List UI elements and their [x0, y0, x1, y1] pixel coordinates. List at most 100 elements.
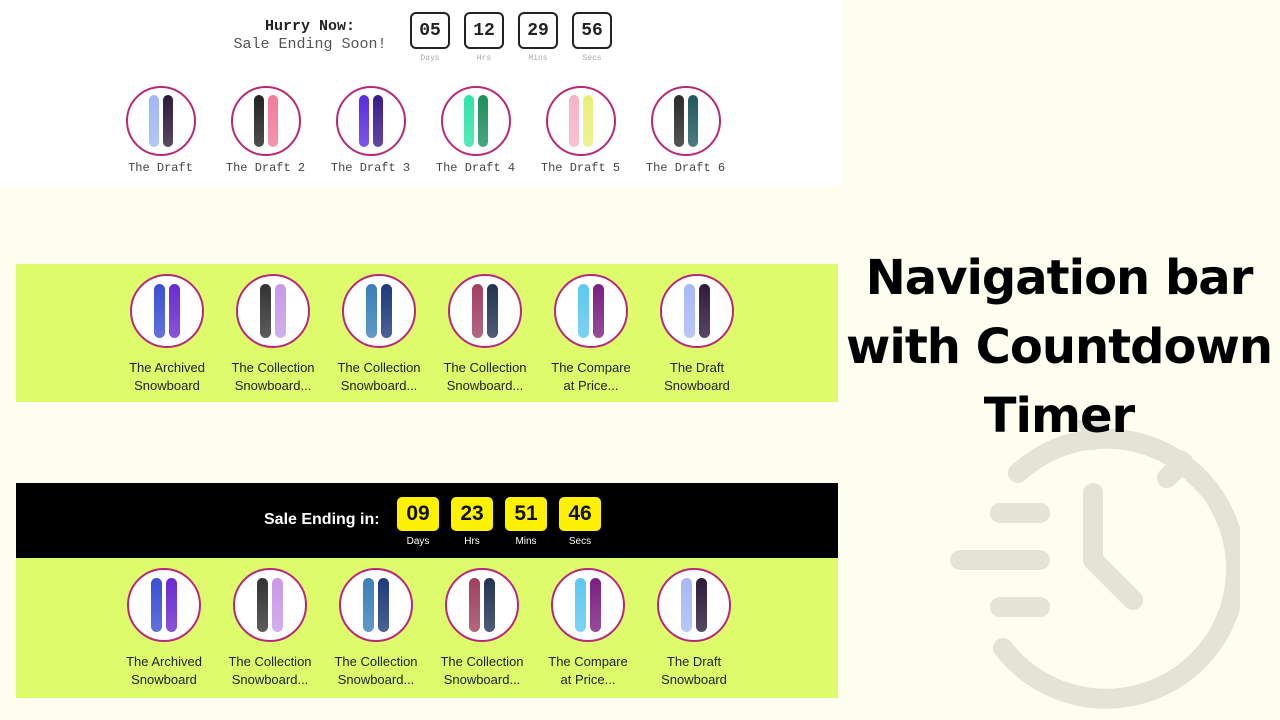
sale-ending-text: Sale Ending in:: [264, 511, 380, 528]
product-name[interactable]: The Collection Snowboard...: [429, 653, 535, 689]
snowboard-base: [593, 284, 604, 338]
snowboard-base: [487, 284, 498, 338]
product-name-line-2: Snowboard...: [443, 672, 521, 687]
product-thumbnail[interactable]: [650, 86, 721, 156]
product-name-line-1: The Compare: [551, 360, 631, 375]
countdown-message: Hurry Now: Sale Ending Soon!: [220, 18, 400, 54]
snowboard-base: [169, 284, 180, 338]
timer-hours: 12 Hrs: [463, 12, 505, 63]
timer-days: 09 Days: [397, 497, 439, 547]
nav-product-item[interactable]: The Collection Snowboard...: [323, 568, 429, 689]
snowboard-top: [148, 95, 159, 147]
product-name-line-2: Snowboard: [131, 672, 197, 687]
product-name[interactable]: The Collection Snowboard...: [220, 359, 326, 395]
nav-product-item[interactable]: The Draft 5: [528, 86, 633, 175]
nav-product-item[interactable]: The Draft Snowboard: [641, 568, 747, 689]
product-thumbnail[interactable]: [551, 568, 625, 642]
product-nav-row: The Archived Snowboard The Collection Sn…: [114, 274, 750, 395]
timer-value: 51: [505, 497, 547, 531]
product-name[interactable]: The Compare at Price...: [538, 359, 644, 395]
snowboard-image: [472, 284, 498, 338]
nav-product-item[interactable]: The Archived Snowboard: [111, 568, 217, 689]
black-countdown-nav-preview: Sale Ending in: 09 Days 23 Hrs 51 Mins 4…: [16, 483, 838, 698]
product-thumbnail[interactable]: [125, 86, 196, 156]
product-name[interactable]: The Archived Snowboard: [111, 653, 217, 689]
product-thumbnail[interactable]: [236, 274, 310, 348]
product-name[interactable]: The Draft Snowboard: [644, 359, 750, 395]
product-thumbnail[interactable]: [230, 86, 301, 156]
product-thumbnail[interactable]: [233, 568, 307, 642]
countdown-bar: Sale Ending in: 09 Days 23 Hrs 51 Mins 4…: [16, 483, 838, 558]
product-name[interactable]: The Draft 3: [318, 161, 423, 175]
product-name[interactable]: The Draft Snowboard: [641, 653, 747, 689]
product-thumbnail[interactable]: [127, 568, 201, 642]
hurry-text: Hurry Now:: [264, 18, 355, 35]
headline-line-3: Timer: [983, 388, 1135, 444]
snowboard-top: [578, 284, 589, 338]
snowboard-base: [699, 284, 710, 338]
nav-product-item[interactable]: The Draft 6: [633, 86, 738, 175]
nav-product-item[interactable]: The Draft 3: [318, 86, 423, 175]
product-name-line-2: Snowboard: [664, 378, 730, 393]
timer-seconds: 46 Secs: [559, 497, 601, 547]
nav-product-item[interactable]: The Collection Snowboard...: [220, 274, 326, 395]
snowboard-top: [260, 284, 271, 338]
product-name[interactable]: The Collection Snowboard...: [323, 653, 429, 689]
white-countdown-nav-preview: Hurry Now: Sale Ending Soon! 05 Days 12 …: [0, 0, 842, 186]
product-name[interactable]: The Compare at Price...: [535, 653, 641, 689]
product-thumbnail[interactable]: [335, 86, 406, 156]
product-thumbnail[interactable]: [554, 274, 628, 348]
snowboard-base: [267, 95, 278, 147]
product-name-line-1: The Archived: [129, 360, 205, 375]
snowboard-base: [372, 95, 383, 147]
product-name-line-2: Snowboard: [661, 672, 727, 687]
snowboard-image: [363, 578, 389, 632]
snowboard-image: [681, 578, 707, 632]
nav-product-item[interactable]: The Draft: [108, 86, 213, 175]
snowboard-base: [275, 284, 286, 338]
product-name-line-1: The Collection: [337, 360, 421, 375]
product-thumbnail[interactable]: [657, 568, 731, 642]
nav-product-item[interactable]: The Draft Snowboard: [644, 274, 750, 395]
nav-product-item[interactable]: The Collection Snowboard...: [432, 274, 538, 395]
nav-product-item[interactable]: The Draft 4: [423, 86, 528, 175]
product-thumbnail[interactable]: [445, 568, 519, 642]
product-thumbnail[interactable]: [448, 274, 522, 348]
product-thumbnail[interactable]: [342, 274, 416, 348]
product-name[interactable]: The Archived Snowboard: [114, 359, 220, 395]
product-name[interactable]: The Draft 6: [633, 161, 738, 175]
snowboard-image: [260, 284, 286, 338]
product-thumbnail[interactable]: [440, 86, 511, 156]
product-thumbnail[interactable]: [130, 274, 204, 348]
snowboard-base: [381, 284, 392, 338]
timer-value: 46: [559, 497, 601, 531]
nav-product-item[interactable]: The Archived Snowboard: [114, 274, 220, 395]
product-name[interactable]: The Collection Snowboard...: [432, 359, 538, 395]
nav-product-item[interactable]: The Compare at Price...: [538, 274, 644, 395]
nav-product-item[interactable]: The Collection Snowboard...: [429, 568, 535, 689]
timer-value: 05: [410, 12, 450, 49]
headline-line-1: Navigation bar: [865, 250, 1254, 306]
nav-product-item[interactable]: The Collection Snowboard...: [326, 274, 432, 395]
product-thumbnail[interactable]: [660, 274, 734, 348]
snowboard-image: [673, 95, 698, 147]
nav-product-item[interactable]: The Collection Snowboard...: [217, 568, 323, 689]
product-name[interactable]: The Draft 2: [213, 161, 318, 175]
snowboard-top: [673, 95, 684, 147]
product-name[interactable]: The Collection Snowboard...: [217, 653, 323, 689]
product-name[interactable]: The Draft 5: [528, 161, 633, 175]
nav-product-item[interactable]: The Draft 2: [213, 86, 318, 175]
product-name[interactable]: The Collection Snowboard...: [326, 359, 432, 395]
headline-line-2: with Countdown: [846, 319, 1273, 375]
timer-value: 56: [572, 12, 612, 49]
product-name[interactable]: The Draft 4: [423, 161, 528, 175]
snowboard-top: [575, 578, 586, 632]
snowboard-base: [484, 578, 495, 632]
timer-minutes: 29 Mins: [517, 12, 559, 63]
snowboard-image: [154, 284, 180, 338]
nav-product-item[interactable]: The Compare at Price...: [535, 568, 641, 689]
product-thumbnail[interactable]: [339, 568, 413, 642]
product-name[interactable]: The Draft: [108, 161, 213, 175]
product-thumbnail[interactable]: [545, 86, 616, 156]
snowboard-base: [272, 578, 283, 632]
